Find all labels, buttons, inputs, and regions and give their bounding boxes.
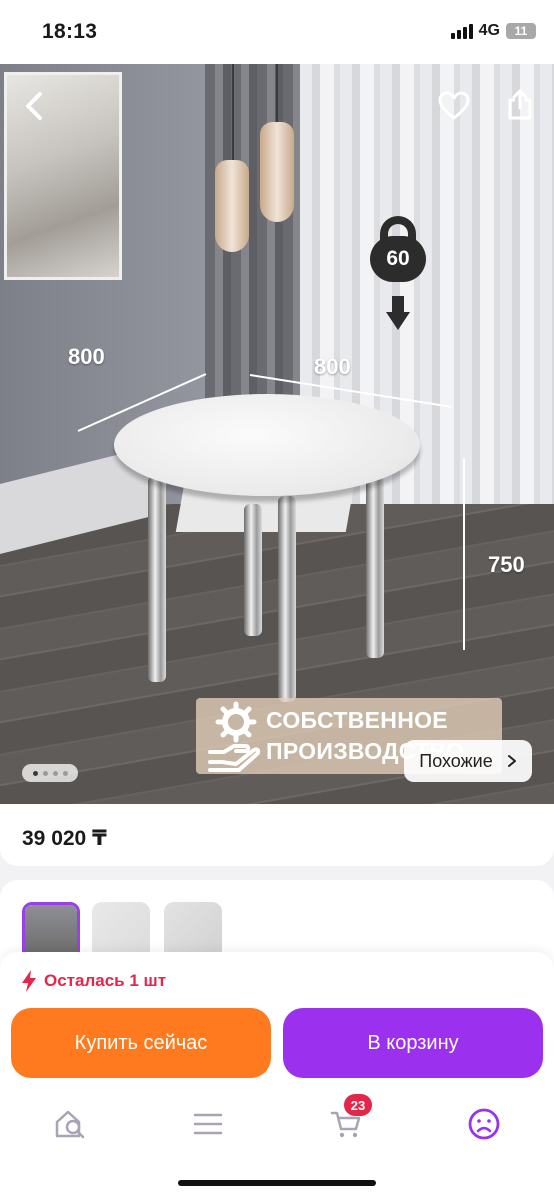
chevron-left-icon <box>26 92 42 120</box>
tab-home[interactable] <box>50 1104 90 1144</box>
round-table <box>114 394 420 496</box>
table-leg <box>366 476 384 658</box>
max-load-value: 60 <box>370 236 426 282</box>
pendant-lamp <box>260 122 294 222</box>
page-dot <box>52 770 58 776</box>
page-dot <box>32 770 38 776</box>
status-bar: 18:13 4G 11 <box>0 0 554 64</box>
dimension-width-right: 800 <box>314 354 351 379</box>
table-leg <box>244 504 262 636</box>
share-icon <box>508 89 532 120</box>
status-time: 18:13 <box>42 20 98 43</box>
tab-cart[interactable]: 23 <box>326 1094 372 1144</box>
product-price: 39 020 ₸ <box>22 827 107 850</box>
menu-icon <box>193 1113 223 1135</box>
stock-indicator: Осталась 1 шт <box>22 970 166 992</box>
page-dot <box>62 770 68 776</box>
page-dot <box>42 770 48 776</box>
chevron-right-icon <box>507 755 516 767</box>
dimension-arrow <box>463 458 465 650</box>
favorite-button[interactable] <box>434 86 474 126</box>
cart-count-badge: 23 <box>344 1094 372 1116</box>
product-image-gallery[interactable]: 800 800 750 60 СОБСТВЕННОЕ ПРОИЗВОДСТВО <box>0 64 554 804</box>
dimension-height: 750 <box>488 552 525 577</box>
price-card: 39 020 ₸ <box>0 804 554 866</box>
kettlebell-icon: 60 <box>370 216 426 282</box>
buy-now-button[interactable]: Купить сейчас <box>11 1008 271 1078</box>
home-search-icon <box>55 1110 85 1139</box>
stock-label: Осталась 1 шт <box>44 971 167 990</box>
arrow-down-icon <box>386 296 410 330</box>
lightning-icon <box>22 970 36 992</box>
battery-icon: 11 <box>506 23 536 39</box>
add-to-cart-button[interactable]: В корзину <box>283 1008 543 1078</box>
badge-line-1: СОБСТВЕННОЕ <box>266 707 448 733</box>
table-leg <box>148 476 166 682</box>
dimension-width-left: 800 <box>68 344 105 369</box>
network-type: 4G <box>478 22 500 39</box>
pendant-lamp <box>215 160 249 252</box>
tab-catalog[interactable] <box>188 1104 228 1144</box>
share-button[interactable] <box>500 84 540 124</box>
status-indicators: 4G 11 <box>450 22 536 40</box>
home-indicator <box>178 1180 376 1186</box>
heart-icon <box>438 91 470 120</box>
signal-icon <box>450 23 473 39</box>
gear-hand-icon <box>196 698 266 774</box>
bottom-tab-bar: 23 <box>0 1092 554 1162</box>
back-button[interactable] <box>14 86 54 126</box>
profile-icon <box>468 1108 500 1140</box>
gallery-page-indicator <box>22 764 78 782</box>
tab-profile[interactable] <box>464 1104 504 1144</box>
purchase-panel: Осталась 1 шт Купить сейчас В корзину 23 <box>0 952 554 1200</box>
similar-label: Похожие <box>419 750 493 771</box>
table-leg <box>278 496 296 702</box>
similar-products-button[interactable]: Похожие <box>404 740 532 782</box>
